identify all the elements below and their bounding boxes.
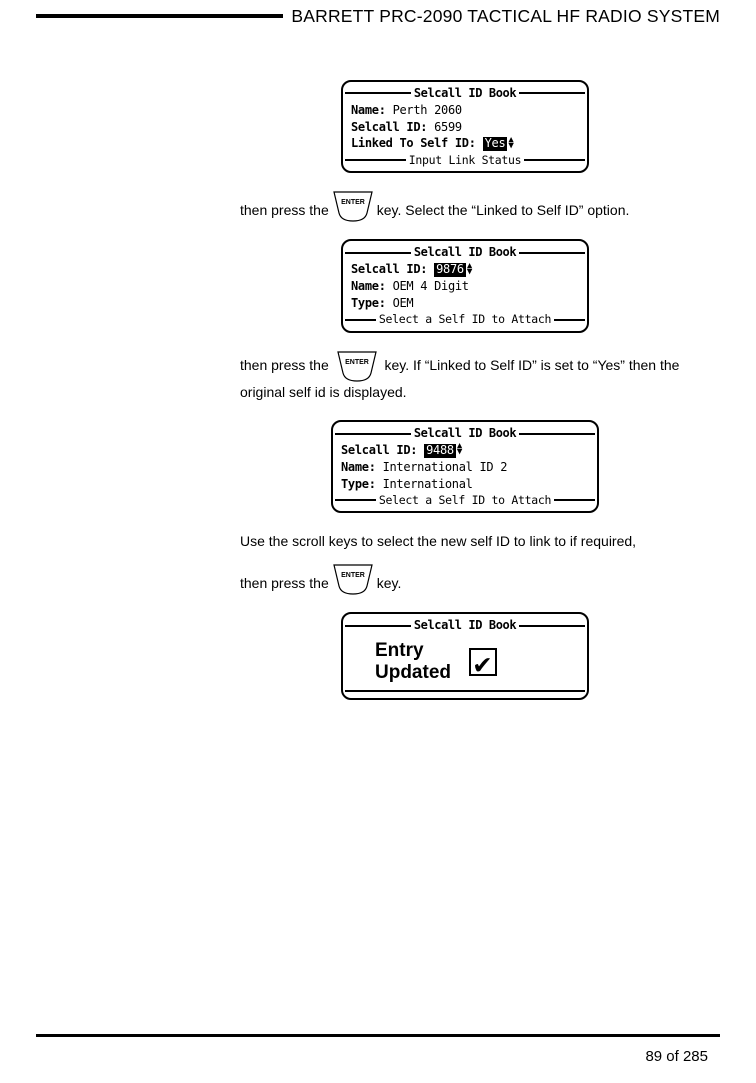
lcd-title: Selcall ID Book — [411, 85, 519, 102]
lcd-title: Selcall ID Book — [411, 425, 519, 442]
lcd-screen-2: Selcall ID Book Selcall ID: 9876▲▼ Name:… — [341, 239, 589, 332]
lcd-footer: Select a Self ID to Attach — [376, 492, 554, 508]
svg-text:ENTER: ENTER — [345, 359, 369, 366]
lcd-row-selcall-id: Selcall ID: 9876▲▼ — [345, 261, 585, 278]
enter-key-icon: ENTER — [333, 191, 373, 223]
footer-rule — [36, 1034, 720, 1037]
spin-icon: ▲▼ — [508, 138, 513, 150]
lcd-title: Selcall ID Book — [411, 617, 519, 634]
lcd-footer-row: Input Link Status — [345, 152, 585, 168]
lcd-row-linked: Linked To Self ID: Yes▲▼ — [345, 135, 585, 152]
paragraph-2: then press the ENTER key. If “Linked to … — [240, 351, 690, 403]
lcd-entry-updated: Entry Updated — [345, 634, 585, 690]
page: BARRETT PRC-2090 TACTICAL HF RADIO SYSTE… — [0, 0, 756, 1083]
entry-text: Entry — [375, 640, 451, 662]
lcd-row-type: Type: OEM — [345, 295, 585, 312]
lcd-row-type: Type: International — [335, 476, 595, 493]
lcd-screen-1: Selcall ID Book Name: Perth 2060 Selcall… — [341, 80, 589, 173]
linked-value-highlight: Yes — [483, 137, 508, 151]
lcd-row-name: Name: Perth 2060 — [345, 102, 585, 119]
lcd-footer: Input Link Status — [406, 152, 525, 168]
paragraph-3: Use the scroll keys to select the new se… — [240, 531, 690, 552]
paragraph-4: then press the ENTER key. — [240, 564, 690, 596]
updated-text: Updated — [375, 662, 451, 684]
paragraph-1: then press the ENTER key. Select the “Li… — [240, 191, 690, 223]
lcd-screen-4: Selcall ID Book Entry Updated — [341, 612, 589, 699]
selcall-id-highlight: 9488 — [424, 444, 456, 458]
lcd-title-row: Selcall ID Book — [345, 85, 585, 102]
page-number: 89 of 285 — [645, 1048, 708, 1065]
svg-text:ENTER: ENTER — [341, 199, 365, 206]
spin-icon: ▲▼ — [467, 264, 472, 276]
lcd-title: Selcall ID Book — [411, 244, 519, 261]
lcd-screen-3: Selcall ID Book Selcall ID: 9488▲▼ Name:… — [331, 420, 599, 513]
lcd-row-name: Name: International ID 2 — [335, 459, 595, 476]
selcall-id-highlight: 9876 — [434, 263, 466, 277]
svg-text:ENTER: ENTER — [341, 572, 365, 579]
lcd-row-selcall-id: Selcall ID: 9488▲▼ — [335, 442, 595, 459]
spin-icon: ▲▼ — [457, 444, 462, 456]
header-title: BARRETT PRC-2090 TACTICAL HF RADIO SYSTE… — [283, 6, 720, 27]
checkmark-icon — [469, 648, 497, 676]
enter-key-icon: ENTER — [333, 564, 373, 596]
lcd-row-selcall-id: Selcall ID: 6599 — [345, 119, 585, 136]
lcd-footer: Select a Self ID to Attach — [376, 311, 554, 327]
content-column: Selcall ID Book Name: Perth 2060 Selcall… — [240, 80, 690, 718]
lcd-row-name: Name: OEM 4 Digit — [345, 278, 585, 295]
enter-key-icon: ENTER — [337, 351, 377, 383]
